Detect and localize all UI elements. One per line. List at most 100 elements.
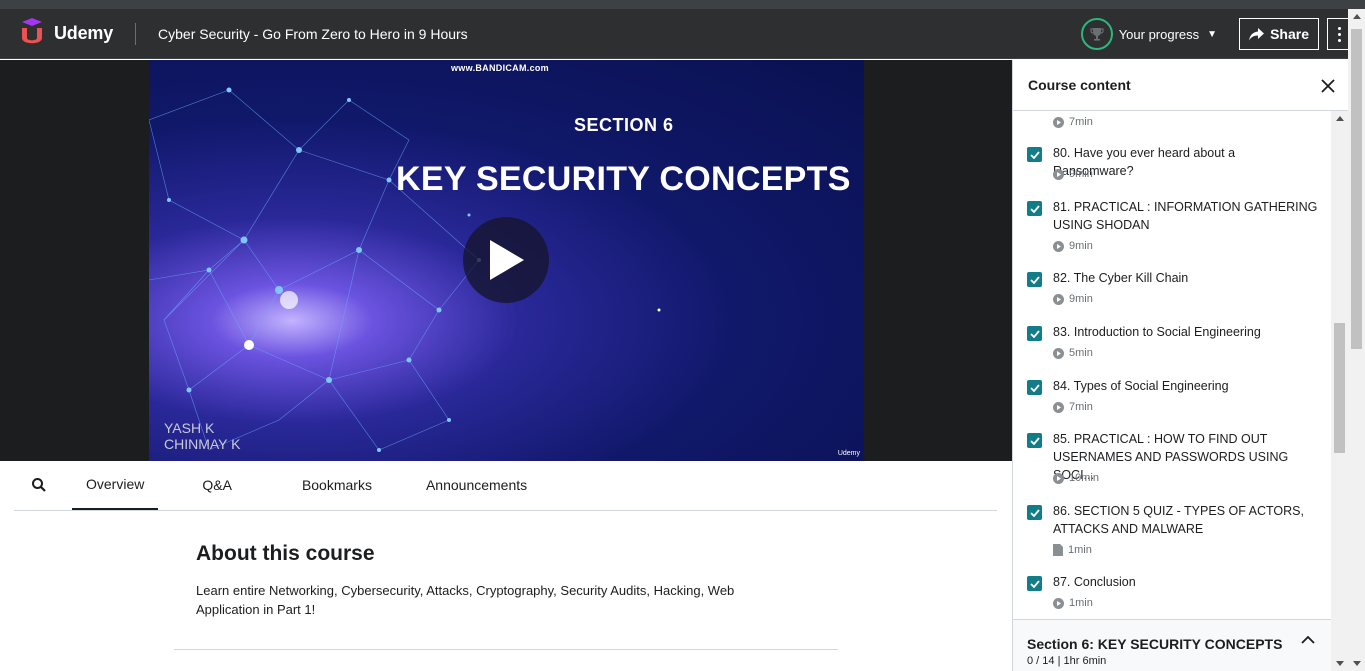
progress-label: Your progress	[1118, 26, 1200, 42]
check-icon	[1029, 329, 1040, 338]
tab-overview[interactable]: Overview	[72, 460, 159, 510]
brand-name: Udemy	[54, 23, 114, 43]
lecture-duration: 7min	[1053, 116, 1093, 128]
duration-text: 7min	[1069, 116, 1093, 128]
sidebar-title: Course content	[1028, 77, 1131, 93]
duration-text: 5min	[1069, 347, 1093, 359]
header-divider	[135, 22, 137, 45]
video-authors: YASH K CHINMAY K	[164, 420, 241, 452]
lecture-checkbox[interactable]	[1027, 201, 1042, 216]
tab-qa[interactable]: Q&A	[188, 460, 246, 510]
lecture-title: 82. The Cyber Kill Chain	[1053, 271, 1189, 285]
lecture-title: 86. SECTION 5 QUIZ - TYPES OF ACTORS, AT…	[1053, 504, 1304, 536]
lecture-duration: 5min	[1053, 347, 1093, 359]
share-label: Share	[1270, 26, 1309, 42]
udemy-logo-icon	[22, 17, 42, 43]
play-circle-icon	[1053, 116, 1064, 128]
duration-text: 7min	[1069, 401, 1093, 413]
lecture-checkbox[interactable]	[1027, 576, 1042, 591]
duration-text: 9min	[1069, 240, 1093, 252]
trophy-icon	[1090, 28, 1104, 41]
browser-top-strip	[0, 0, 1365, 9]
lecture-duration: 10min	[1053, 472, 1099, 484]
scroll-up-arrow-icon[interactable]	[1336, 116, 1344, 121]
lecture-checkbox[interactable]	[1027, 433, 1042, 448]
lecture-checkbox[interactable]	[1027, 380, 1042, 395]
section-accordion-header[interactable]: Section 6: KEY SECURITY CONCEPTS 0 / 14 …	[1013, 619, 1331, 671]
author-name: YASH K	[164, 420, 215, 436]
play-circle-icon	[1053, 347, 1064, 359]
play-button[interactable]	[463, 217, 549, 303]
lecture-checkbox[interactable]	[1027, 326, 1042, 341]
search-tab[interactable]	[14, 460, 64, 510]
scroll-thumb[interactable]	[1334, 323, 1345, 453]
chevron-up-icon	[1301, 635, 1315, 644]
lecture-duration: 1min	[1053, 544, 1092, 556]
check-icon	[1029, 579, 1040, 588]
more-dot	[1337, 32, 1341, 36]
lecture-checkbox[interactable]	[1027, 272, 1042, 287]
play-icon	[490, 240, 524, 280]
section-meta: 0 / 14 | 1hr 6min	[1027, 655, 1107, 667]
share-button[interactable]: Share	[1239, 18, 1319, 50]
check-icon	[1029, 204, 1040, 213]
lecture-title: 87. Conclusion	[1053, 575, 1136, 589]
course-title[interactable]: Cyber Security - Go From Zero to Hero in…	[158, 26, 468, 42]
document-icon	[1053, 544, 1063, 556]
scroll-up-arrow-icon[interactable]	[1353, 14, 1361, 19]
page-scrollbar[interactable]	[1348, 9, 1365, 671]
check-icon	[1029, 508, 1040, 517]
tab-bookmarks[interactable]: Bookmarks	[288, 460, 386, 510]
more-dot	[1337, 26, 1341, 30]
tab-announcements[interactable]: Announcements	[412, 460, 541, 510]
duration-text: 1min	[1068, 544, 1092, 556]
scroll-thumb[interactable]	[1351, 29, 1362, 349]
recording-watermark: www.BANDICAM.com	[451, 63, 549, 73]
course-header: Udemy Cyber Security - Go From Zero to H…	[0, 9, 1365, 59]
udemy-logo[interactable]: Udemy	[14, 17, 114, 50]
divider	[174, 649, 838, 650]
lecture-duration: 1min	[1053, 597, 1093, 609]
video-corner-logo: Udemy	[837, 450, 860, 457]
lecture-duration: 7min	[1053, 401, 1093, 413]
play-circle-icon	[1053, 472, 1064, 484]
check-icon	[1029, 150, 1040, 159]
lecture-title: 84. Types of Social Engineering	[1053, 379, 1229, 393]
duration-text: 9min	[1069, 168, 1093, 180]
video-section-label: SECTION 6	[574, 115, 674, 135]
lecture-checkbox[interactable]	[1027, 147, 1042, 162]
author-name: CHINMAY K	[164, 436, 241, 452]
play-circle-icon	[1053, 401, 1064, 413]
play-circle-icon	[1053, 597, 1064, 609]
check-icon	[1029, 436, 1040, 445]
scroll-down-arrow-icon[interactable]	[1353, 661, 1361, 666]
chevron-down-icon: ▼	[1207, 28, 1218, 40]
sidebar-header: Course content	[1013, 60, 1365, 111]
lecture-checkbox[interactable]	[1027, 505, 1042, 520]
header-actions: Your progress ▼ Share	[1080, 18, 1351, 50]
course-tabs: Overview Q&A Bookmarks Announcements	[14, 461, 997, 511]
video-title: KEY SECURITY CONCEPTS	[396, 160, 851, 198]
play-circle-icon	[1053, 293, 1064, 305]
lecture-duration: 9min	[1053, 168, 1093, 180]
course-content-sidebar: Course content 7min 80. Have you ever he…	[1012, 60, 1365, 671]
about-text: Learn entire Networking, Cybersecurity, …	[196, 583, 735, 617]
lecture-duration: 9min	[1053, 240, 1093, 252]
sidebar-scrollbar[interactable]	[1331, 111, 1348, 671]
lecture-list: 7min 80. Have you ever heard about a Ran…	[1013, 112, 1333, 618]
about-section: About this course Learn entire Networkin…	[196, 542, 776, 619]
lecture-title: 83. Introduction to Social Engineering	[1053, 325, 1261, 339]
scroll-down-arrow-icon[interactable]	[1336, 661, 1344, 666]
progress-dropdown[interactable]: Your progress ▼	[1080, 18, 1218, 50]
check-icon	[1029, 383, 1040, 392]
share-icon	[1249, 27, 1265, 40]
video-frame[interactable]: www.BANDICAM.com SECTION 6 KEY SECURITY …	[149, 60, 864, 461]
section-title: Section 6: KEY SECURITY CONCEPTS	[1027, 636, 1283, 652]
lecture-title: 81. PRACTICAL : INFORMATION GATHERING US…	[1053, 200, 1318, 232]
play-circle-icon	[1053, 240, 1064, 252]
video-player-area: www.BANDICAM.com SECTION 6 KEY SECURITY …	[0, 60, 1012, 461]
duration-text: 10min	[1069, 472, 1099, 484]
close-icon[interactable]	[1320, 78, 1336, 94]
lecture-duration: 9min	[1053, 293, 1093, 305]
check-icon	[1029, 275, 1040, 284]
